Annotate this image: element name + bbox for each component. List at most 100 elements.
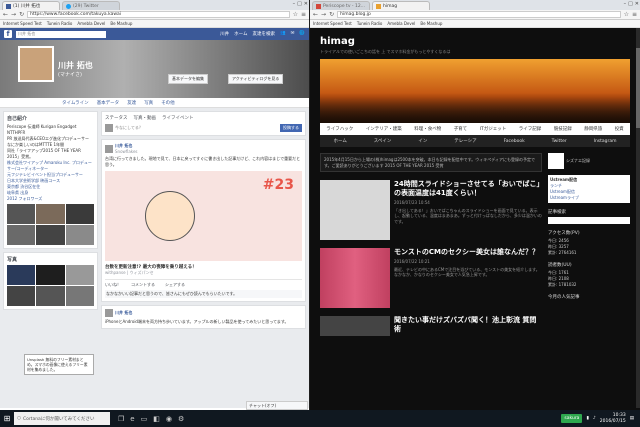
settings-icon[interactable]: ⚙: [178, 415, 184, 423]
notification-center-icon[interactable]: ▤: [630, 416, 634, 421]
tab-twitter[interactable]: (29) Twitter: [62, 1, 120, 10]
intro-link[interactable]: 株式会社ワイアップ Amaroku Inc. プロデューサー/コーディネーター: [7, 160, 94, 172]
photo-thumb[interactable]: [36, 265, 65, 285]
category-link[interactable]: 競技記録: [554, 126, 572, 132]
file-explorer-icon[interactable]: ▭: [141, 415, 148, 423]
edge-icon[interactable]: e: [130, 415, 134, 423]
nav-home[interactable]: ホーム: [234, 31, 247, 37]
side-link[interactable]: Ustreamライブ: [550, 195, 628, 201]
tab-friends[interactable]: 友達: [127, 100, 136, 106]
tab-about[interactable]: 基本データ: [97, 100, 120, 106]
photo-thumb[interactable]: [7, 225, 36, 245]
nav-find-friends[interactable]: 友達を検索: [253, 31, 276, 37]
post-time[interactable]: Snowflakes: [115, 149, 137, 154]
blog-title[interactable]: himag: [310, 28, 640, 49]
composer-input[interactable]: 今なにしてる？: [115, 125, 143, 131]
bookmark-item[interactable]: Amebla Devel: [387, 21, 415, 26]
category-link[interactable]: 投資: [615, 126, 624, 132]
article-title[interactable]: モンストのCMのセクシー美女は誰なんだ？？: [394, 248, 542, 257]
bookmark-item[interactable]: Internet Speed Test: [313, 21, 352, 26]
close-icon[interactable]: ✕: [635, 1, 639, 7]
scrollbar-thumb[interactable]: [636, 48, 640, 128]
forward-icon[interactable]: →: [321, 11, 326, 18]
photo-thumb[interactable]: [36, 286, 65, 306]
bookmark-item[interactable]: Amebla Devel: [77, 21, 105, 26]
bookmark-item[interactable]: Tunein Radio: [357, 21, 383, 26]
bookmark-item[interactable]: Internet Speed Test: [3, 21, 42, 26]
messages-icon[interactable]: ✉: [291, 31, 295, 37]
photos-title[interactable]: 写真: [7, 256, 94, 263]
maximize-icon[interactable]: □: [628, 1, 633, 7]
bookmark-item[interactable]: Be Mashup: [110, 21, 132, 26]
url-input[interactable]: https://www.facebook.com/takuya.kawai: [27, 11, 290, 18]
side-search-input[interactable]: [548, 217, 630, 224]
article-title[interactable]: 24時間スライドショーさせてる「おいでばこ」の表面温度は41度くらい！: [394, 180, 542, 198]
notifications-icon[interactable]: 🌐: [299, 31, 305, 37]
category-link[interactable]: 静岡県旅: [584, 126, 602, 132]
menu-link[interactable]: テレーシア: [454, 138, 476, 144]
menu-link[interactable]: Facebook: [504, 139, 525, 144]
nav-profile[interactable]: 川井: [220, 31, 229, 37]
tab-timeline[interactable]: タイムライン: [62, 100, 89, 106]
minimize-icon[interactable]: –: [624, 1, 627, 7]
category-link[interactable]: ITガジェット: [480, 126, 507, 132]
menu-link[interactable]: Instagram: [594, 139, 617, 144]
tab-facebook[interactable]: (1) 川井 拓也: [2, 1, 60, 10]
composer-tab-event[interactable]: ライフイベント: [162, 115, 194, 121]
close-icon[interactable]: ✕: [304, 1, 308, 7]
composer-tab-photo[interactable]: 写真・動画: [134, 115, 157, 121]
star-icon[interactable]: ☆: [293, 11, 298, 18]
article-thumbnail[interactable]: [320, 248, 390, 308]
blog-scrollbar[interactable]: [636, 28, 640, 408]
chat-sidebar-toggle[interactable]: チャット(オフ): [246, 401, 308, 410]
like-button[interactable]: いいね！: [105, 282, 121, 288]
article-thumbnail[interactable]: [320, 316, 390, 336]
menu-link[interactable]: スペイン: [374, 138, 392, 144]
category-link[interactable]: 子育て: [454, 126, 468, 132]
category-link[interactable]: 料理・食べ物: [414, 126, 441, 132]
menu-icon[interactable]: ≡: [632, 11, 637, 18]
chrome-icon[interactable]: ◉: [166, 415, 172, 423]
share-button[interactable]: シェアする: [165, 282, 185, 288]
reload-icon[interactable]: ↻: [19, 11, 24, 18]
back-icon[interactable]: ←: [313, 11, 318, 18]
menu-link[interactable]: イン: [418, 138, 427, 144]
windows-start-icon[interactable]: ⊞: [0, 410, 14, 427]
menu-link[interactable]: Twitter: [552, 139, 567, 144]
task-view-icon[interactable]: ❐: [118, 415, 124, 423]
facebook-search-input[interactable]: 川井 拓也: [16, 30, 106, 38]
maximize-icon[interactable]: □: [297, 1, 302, 7]
back-icon[interactable]: ←: [3, 11, 8, 18]
url-input[interactable]: himag.blog.jp: [337, 11, 621, 18]
cortana-search-box[interactable]: ○ Cortanaに何か聞いてみてください: [14, 412, 110, 425]
intro-link[interactable]: 2012 フォロワーズ: [7, 196, 94, 202]
friend-requests-icon[interactable]: 👥: [280, 31, 286, 37]
bookmark-item[interactable]: Be Mashup: [420, 21, 442, 26]
photo-thumb[interactable]: [36, 204, 65, 224]
category-link[interactable]: ライフハック: [326, 126, 353, 132]
clock[interactable]: 10:33 2016/07/15: [600, 413, 626, 425]
photo-thumb[interactable]: [7, 286, 36, 306]
edit-info-button[interactable]: 基本データを編集: [168, 74, 208, 84]
photo-thumb[interactable]: [65, 225, 94, 245]
avatar[interactable]: [105, 309, 113, 317]
star-icon[interactable]: ☆: [624, 11, 629, 18]
post-image[interactable]: #23: [105, 171, 302, 261]
photo-thumb[interactable]: [65, 286, 94, 306]
tab-more[interactable]: その他: [161, 100, 175, 106]
photo-thumb[interactable]: [65, 204, 94, 224]
article-thumbnail[interactable]: [320, 180, 390, 240]
profile-name[interactable]: 川井 拓也: [58, 60, 93, 71]
tab-periscope[interactable]: Periscope tv - 12...: [312, 1, 370, 10]
post-button[interactable]: 投稿する: [280, 124, 302, 132]
tab-photos[interactable]: 写真: [144, 100, 153, 106]
photo-thumb[interactable]: [7, 265, 36, 285]
minimize-icon[interactable]: –: [293, 1, 296, 7]
menu-link[interactable]: ホーム: [333, 138, 346, 144]
composer-tab-status[interactable]: ステータス: [105, 115, 128, 121]
article-title[interactable]: 聞きたい事だけズバズバ聞く！池上彰流 質問術: [394, 316, 542, 334]
activity-log-button[interactable]: アクティビティログを見る: [228, 74, 284, 84]
category-link[interactable]: インテリア・建築: [366, 126, 402, 132]
profile-picture[interactable]: [18, 46, 54, 82]
menu-icon[interactable]: ≡: [301, 11, 306, 18]
